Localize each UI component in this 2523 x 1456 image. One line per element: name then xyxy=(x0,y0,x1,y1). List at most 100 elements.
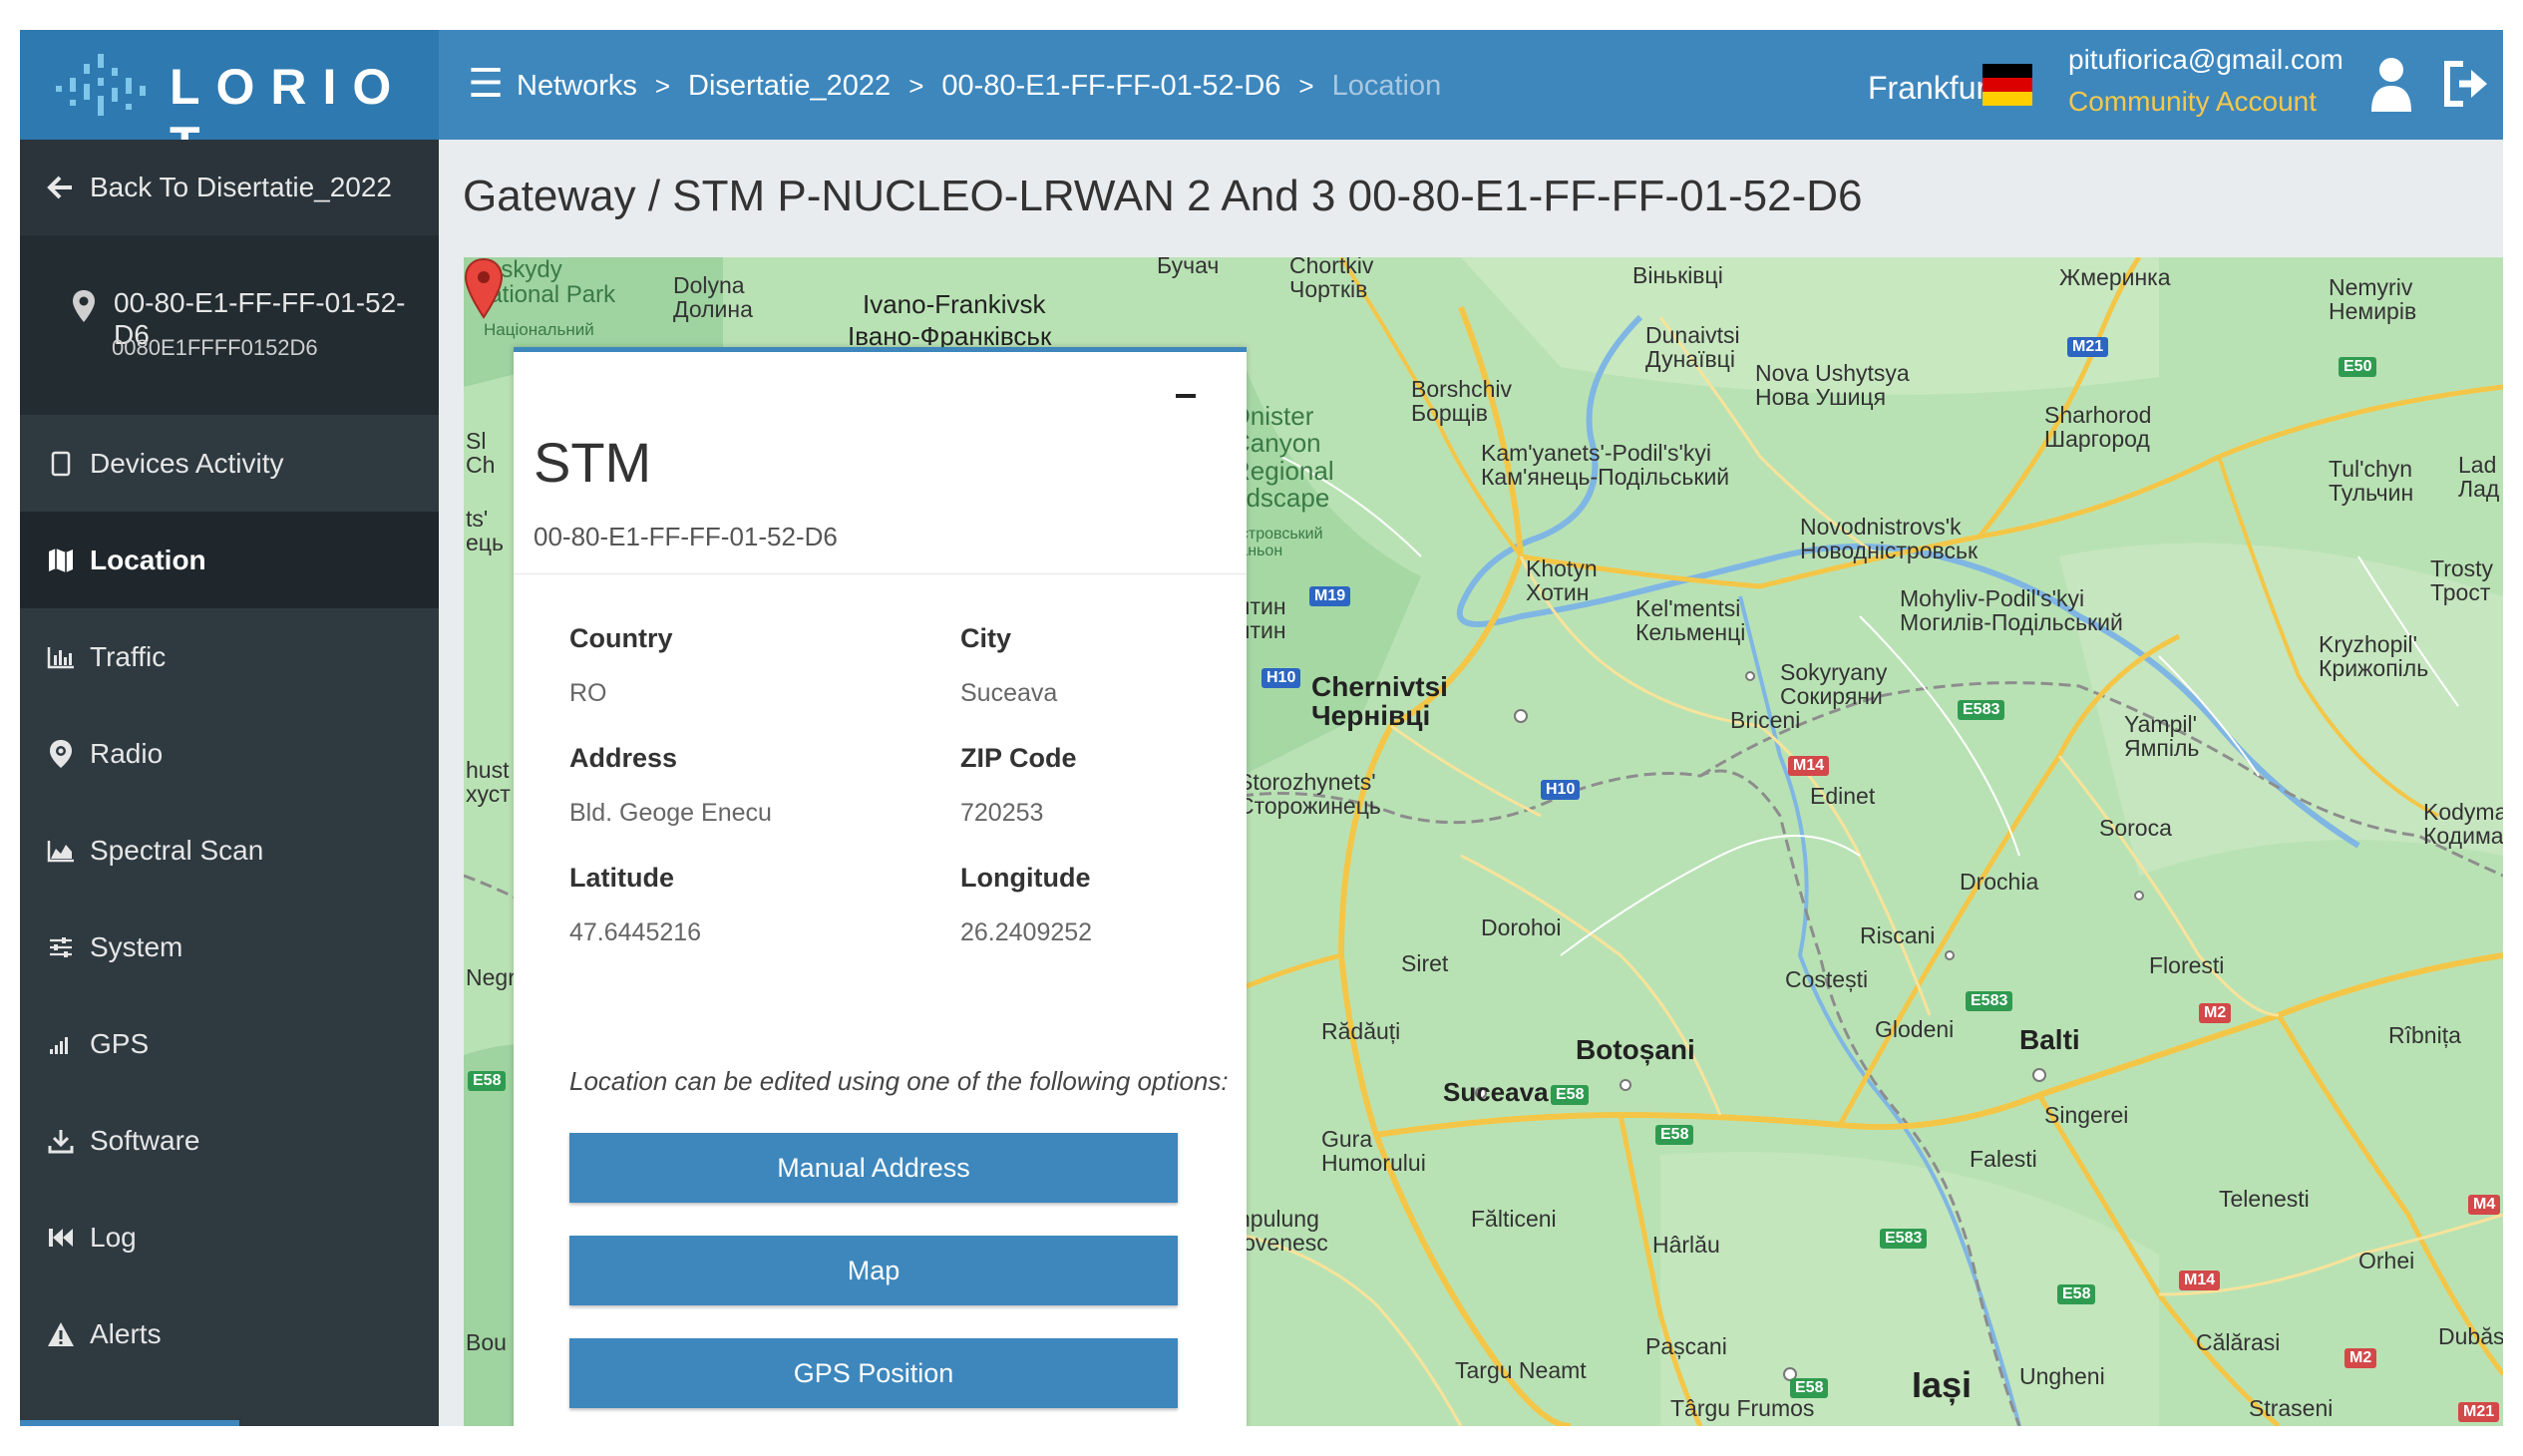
account-type: Community Account xyxy=(2068,86,2317,117)
road-badge: M2 xyxy=(2344,1348,2377,1368)
gps-position-button[interactable]: GPS Position xyxy=(569,1338,1178,1408)
map-label: Dolyna Долина xyxy=(673,272,753,323)
map-label: Nemyriv Немирів xyxy=(2329,274,2417,325)
map-label: Lad Лад xyxy=(2458,452,2500,503)
sidebar-item-location[interactable]: Location xyxy=(20,512,439,608)
map-button[interactable]: Map xyxy=(569,1236,1178,1305)
warning-icon xyxy=(46,1319,76,1349)
latitude-value: 47.6445216 xyxy=(569,918,702,946)
map-label: Chernivtsi Чернівці xyxy=(1311,671,1448,732)
road-badge: M19 xyxy=(1309,586,1351,606)
sidebar-item-system[interactable]: System xyxy=(20,899,439,995)
road-badge: M21 xyxy=(2067,337,2109,357)
logout-icon[interactable] xyxy=(2441,58,2489,110)
map-label: Singerei xyxy=(2044,1102,2129,1128)
sidebar-item-traffic[interactable]: Traffic xyxy=(20,608,439,705)
breadcrumb-separator: > xyxy=(908,70,924,101)
map-label: Rădăuți xyxy=(1321,1018,1401,1044)
map-label: Borshchiv Борщів xyxy=(1411,376,1512,427)
map-label: Straseni xyxy=(2249,1395,2334,1421)
map-label: Gura Humorului xyxy=(1321,1126,1426,1177)
map-label: Telenesti xyxy=(2219,1186,2310,1212)
location-pin-icon xyxy=(73,290,95,322)
longitude-label: Longitude xyxy=(960,863,1091,893)
address-value: Bld. Geoge Enecu xyxy=(569,799,772,827)
road-badge: E583 xyxy=(1966,991,2013,1011)
map-label: Storozhynets' Сторожинець xyxy=(1238,769,1381,820)
map-label: hust хуст xyxy=(466,757,511,808)
map-label: Dnister Canyon Regional ndscape xyxy=(1232,401,1334,513)
hamburger-menu-icon[interactable]: ☰ xyxy=(464,62,508,106)
map-label: Kodyma Кодима xyxy=(2423,799,2503,850)
sidebar-item-label: Alerts xyxy=(90,1317,162,1349)
sidebar-scroll-indicator xyxy=(20,1420,239,1426)
breadcrumb-networks[interactable]: Networks xyxy=(517,70,637,103)
map-label: Bou xyxy=(466,1329,507,1355)
breadcrumb: Networks > Disertatie_2022 > 00-80-E1-FF… xyxy=(517,66,1441,106)
map-label: Negr xyxy=(466,964,516,990)
collapse-panel-button[interactable] xyxy=(1172,380,1202,410)
breadcrumb-gateway[interactable]: 00-80-E1-FF-FF-01-52-D6 xyxy=(941,70,1280,103)
road-badge: E58 xyxy=(1655,1125,1694,1145)
sidebar-item-alerts[interactable]: Alerts xyxy=(20,1285,439,1382)
map-label: Жмеринка xyxy=(2059,264,2171,290)
edit-location-note: Location can be edited using one of the … xyxy=(569,1066,1229,1096)
sidebar-item-radio[interactable]: Radio xyxy=(20,705,439,802)
map-label: Chortkiv Чортків xyxy=(1289,257,1374,303)
sidebar-item-label: Spectral Scan xyxy=(90,834,264,866)
map-label: Sl Ch xyxy=(466,428,496,479)
map-label: Briceni xyxy=(1730,707,1801,733)
country-label: Country xyxy=(569,623,673,653)
road-badge: E50 xyxy=(2339,357,2377,377)
map-label: Sharhorod Шаргород xyxy=(2044,402,2152,453)
map-label: Costești xyxy=(1785,966,1869,992)
sidebar-item-label: Radio xyxy=(90,737,164,769)
sidebar-item-label: GPS xyxy=(90,1027,150,1059)
area-chart-icon xyxy=(46,836,76,866)
manual-address-button[interactable]: Manual Address xyxy=(569,1133,1178,1203)
map-label: npulung lovenesc xyxy=(1238,1206,1328,1257)
location-map[interactable]: Beskydy National Park Національний Dolyn… xyxy=(464,257,2503,1426)
top-bar: LORIO T ☰ Networks > Disertatie_2022 > 0… xyxy=(20,30,2503,173)
road-badge: H10 xyxy=(1262,668,1301,688)
road-badge: M4 xyxy=(2468,1195,2501,1215)
city-value: Suceava xyxy=(960,679,1058,707)
account-info[interactable]: pitufiorica@gmail.com Community Account xyxy=(2068,44,2343,118)
back-link[interactable]: Back To Disertatie_2022 xyxy=(20,140,439,235)
breadcrumb-network[interactable]: Disertatie_2022 xyxy=(688,70,891,103)
zip-value: 720253 xyxy=(960,799,1044,827)
sidebar-item-devices-activity[interactable]: Devices Activity xyxy=(20,415,439,512)
map-label: Orhei xyxy=(2358,1248,2415,1274)
sidebar-item-software[interactable]: Software xyxy=(20,1092,439,1189)
country-value: RO xyxy=(569,679,607,707)
map-label: Національний xyxy=(484,320,594,339)
sidebar-item-log[interactable]: Log xyxy=(20,1189,439,1285)
map-label: Novodnistrovs'k Новодністровськ xyxy=(1800,514,1979,564)
signal-icon xyxy=(46,1029,76,1059)
map-label: Siret xyxy=(1401,950,1449,976)
latitude-label: Latitude xyxy=(569,863,674,893)
map-label: Călărasi xyxy=(2196,1329,2281,1355)
road-badge: E58 xyxy=(1551,1085,1590,1105)
map-label: Kryzhopil' Крижопіль xyxy=(2319,631,2429,682)
page-title: Gateway / STM P-NUCLEO-LRWAN 2 And 3 00-… xyxy=(463,172,1863,220)
sidebar-item-gps[interactable]: GPS xyxy=(20,995,439,1092)
map-label: Trosty Трост xyxy=(2430,555,2494,606)
address-label: Address xyxy=(569,743,678,773)
sidebar-item-label: Software xyxy=(90,1124,200,1156)
map-icon xyxy=(46,546,76,575)
loriot-logo-icon xyxy=(56,54,146,116)
map-label: Dorohoi xyxy=(1481,914,1562,940)
download-icon xyxy=(46,1126,76,1156)
location-marker-icon[interactable] xyxy=(464,257,504,319)
panel-divider xyxy=(514,573,1247,574)
user-icon[interactable] xyxy=(2369,54,2413,114)
arrow-left-icon xyxy=(47,176,72,199)
brand-logo[interactable]: LORIO T xyxy=(20,30,439,173)
map-label: Târgu Frumos xyxy=(1670,1395,1815,1421)
sidebar-item-label: Traffic xyxy=(90,640,167,672)
sidebar-item-spectral-scan[interactable]: Spectral Scan xyxy=(20,802,439,899)
map-label: Fălticeni xyxy=(1471,1206,1557,1232)
map-label: Pașcani xyxy=(1645,1333,1727,1359)
map-label: Ungheni xyxy=(2019,1363,2105,1389)
